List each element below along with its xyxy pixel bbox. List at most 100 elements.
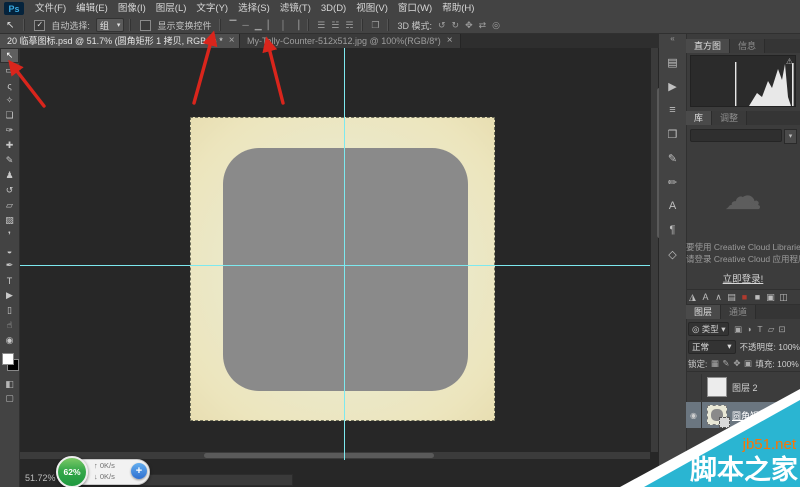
quick-selection-tool[interactable]: ✧ <box>0 93 19 108</box>
distribute-bottom-edges-icon[interactable]: ☴ <box>342 20 356 31</box>
auto-align-layers-icon[interactable]: ❒ <box>368 20 382 31</box>
menu-item[interactable]: 滤镜(T) <box>275 0 316 17</box>
align-bottom-edges-icon[interactable]: ▁ <box>252 20 265 31</box>
3d-rotate-icon[interactable]: ↺ <box>435 20 449 31</box>
document-tab-active[interactable]: 20 临摹图标.psd @ 51.7% (圆角矩形 1 拷贝, RGB/8) *… <box>0 33 240 48</box>
align-left-edges-icon[interactable]: ▏ <box>265 20 278 31</box>
brush-presets-panel-icon[interactable]: ✏ <box>659 171 686 193</box>
paragraph-panel-icon[interactable]: ¶ <box>659 219 686 241</box>
visibility-toggle[interactable]: ◉ <box>694 444 709 457</box>
tab-libraries[interactable]: 库 <box>686 111 712 125</box>
type-tool[interactable]: T <box>0 273 19 288</box>
document-tab[interactable]: My-Tally-Counter-512x512.jpg @ 100%(RGB/… <box>240 33 461 48</box>
menu-item[interactable]: 视图(V) <box>351 0 393 17</box>
screen-mode-button[interactable]: ▢ <box>0 391 19 405</box>
menu-item[interactable]: 窗口(W) <box>393 0 437 17</box>
brush-settings-panel-icon[interactable]: ✎ <box>659 147 686 169</box>
menu-item[interactable]: 文字(Y) <box>191 0 233 17</box>
paragraph-styles-mini-icon[interactable]: ∧ <box>712 292 725 303</box>
canvas-area[interactable]: 51.72% <box>19 48 659 487</box>
history-brush-tool[interactable]: ↺ <box>0 183 19 198</box>
adjustments-panel-icon[interactable]: ≡ <box>659 99 686 121</box>
blend-mode-dropdown[interactable]: 正常 ▾ <box>688 340 736 354</box>
lock-all-icon[interactable]: ▣ <box>742 358 753 369</box>
layer-thumbnail[interactable] <box>707 377 727 397</box>
rectangle-tool[interactable]: ▯ <box>0 303 19 318</box>
document-info-field[interactable] <box>141 474 293 486</box>
gray-swatch-mini-icon[interactable]: ■ <box>751 292 764 302</box>
eyedropper-tool[interactable]: ✑ <box>0 123 19 138</box>
menu-item[interactable]: 选择(S) <box>233 0 275 17</box>
tab-layers[interactable]: 图层 <box>686 305 721 319</box>
fill-value[interactable]: 100% <box>777 359 799 369</box>
scrollbar-thumb[interactable] <box>204 453 434 458</box>
actions-panel-icon[interactable]: ▶ <box>659 75 686 97</box>
distribute-vertical-centers-icon[interactable]: ☱ <box>328 20 342 31</box>
tab-histogram[interactable]: 直方图 <box>686 39 730 53</box>
libraries-mini-icon[interactable]: ▣ <box>764 292 777 303</box>
visibility-toggle[interactable] <box>686 374 702 400</box>
hand-tool[interactable]: ☝ <box>0 318 19 333</box>
effects-header-row[interactable]: 效果 <box>686 430 800 443</box>
3d-roll-icon[interactable]: ↻ <box>449 20 463 31</box>
3d-slide-icon[interactable]: ⇄ <box>476 20 490 31</box>
layer-row-selected[interactable]: ◉ 圆角矩形 1 拷贝 <box>686 402 800 428</box>
3d-drag-icon[interactable]: ✥ <box>462 20 476 31</box>
sign-in-link[interactable]: 立即登录! <box>686 271 800 285</box>
menu-item[interactable]: 图像(I) <box>113 0 151 17</box>
menu-item[interactable]: 帮助(H) <box>437 0 479 17</box>
styles-mini-icon[interactable]: ◮ <box>686 292 699 303</box>
filter-type-layers-icon[interactable]: T <box>754 324 765 335</box>
pen-tool[interactable]: ✒ <box>0 258 19 273</box>
swatches-mini-icon[interactable]: ▤ <box>725 292 738 303</box>
spot-healing-brush-tool[interactable]: ✚ <box>0 138 19 153</box>
close-icon[interactable]: × <box>447 35 453 46</box>
crop-tool[interactable]: ❏ <box>0 108 19 123</box>
move-tool[interactable]: ↖ <box>0 48 19 63</box>
character-panel-icon[interactable]: A <box>659 195 686 217</box>
layer-filter-dropdown[interactable]: ◎ 类型 ▾ <box>688 322 729 336</box>
red-swatch-mini-icon[interactable]: ■ <box>738 292 751 302</box>
filter-smart-objects-icon[interactable]: ⊡ <box>776 324 787 335</box>
menu-item[interactable]: 编辑(E) <box>71 0 113 17</box>
filter-shape-layers-icon[interactable]: ▱ <box>765 324 776 335</box>
character-styles-mini-icon[interactable]: A <box>699 292 712 302</box>
tab-info[interactable]: 信息 <box>730 39 765 53</box>
blur-tool[interactable]: ❜ <box>0 228 19 243</box>
effect-name[interactable]: 斜面和浮雕 <box>709 444 754 457</box>
path-selection-tool[interactable]: ▶ <box>0 288 19 303</box>
libraries-search-button[interactable]: ▾ <box>784 129 797 144</box>
swatches-panel-icon[interactable]: ▤ <box>659 51 686 73</box>
effect-row[interactable]: ◉ 斜面和浮雕 <box>686 444 800 457</box>
vertical-scrollbar[interactable] <box>651 48 658 452</box>
progress-gauge[interactable]: 62% <box>56 456 88 487</box>
layer-row[interactable]: 图层 2 <box>686 374 800 400</box>
histogram-warning-icon[interactable]: ⚠ <box>786 57 793 66</box>
channels-mini-icon[interactable]: ◫ <box>777 292 790 303</box>
align-horizontal-centers-icon[interactable]: │ <box>278 20 290 31</box>
clone-source-panel-icon[interactable]: ❐ <box>659 123 686 145</box>
show-transform-checkbox[interactable] <box>140 20 151 31</box>
filter-adjustment-layers-icon[interactable]: ◑ <box>743 324 754 335</box>
auto-select-checkbox[interactable]: ✓ <box>34 20 45 31</box>
lock-image-pixels-icon[interactable]: ✎ <box>720 358 731 369</box>
layer-thumbnail[interactable] <box>707 405 727 425</box>
zoom-level-field[interactable]: 51.72% <box>25 473 56 483</box>
add-task-button[interactable]: + <box>131 463 147 479</box>
menu-item[interactable]: 3D(D) <box>316 0 351 17</box>
speed-widget[interactable]: 62% ↑ 0K/s ↓ 0K/s + <box>56 456 150 486</box>
close-icon[interactable]: × <box>229 35 235 46</box>
3d-panel-icon[interactable]: ◇ <box>659 243 686 265</box>
lock-transparent-pixels-icon[interactable]: ▦ <box>709 358 720 369</box>
auto-select-dropdown[interactable]: 组 ▾ <box>96 18 125 32</box>
tab-channels[interactable]: 通道 <box>721 305 756 319</box>
layer-name[interactable]: 圆角矩形 1 拷贝 <box>732 409 796 422</box>
foreground-color-swatch[interactable] <box>2 353 14 365</box>
zoom-tool[interactable]: ◉ <box>0 333 19 348</box>
lasso-tool[interactable]: ς <box>0 78 19 93</box>
align-top-edges-icon[interactable]: ▔ <box>226 20 239 31</box>
layer-name[interactable]: 图层 2 <box>732 381 758 394</box>
dodge-tool[interactable]: ◒ <box>0 243 19 258</box>
tab-adjustments[interactable]: 调整 <box>712 111 747 125</box>
eraser-tool[interactable]: ▱ <box>0 198 19 213</box>
